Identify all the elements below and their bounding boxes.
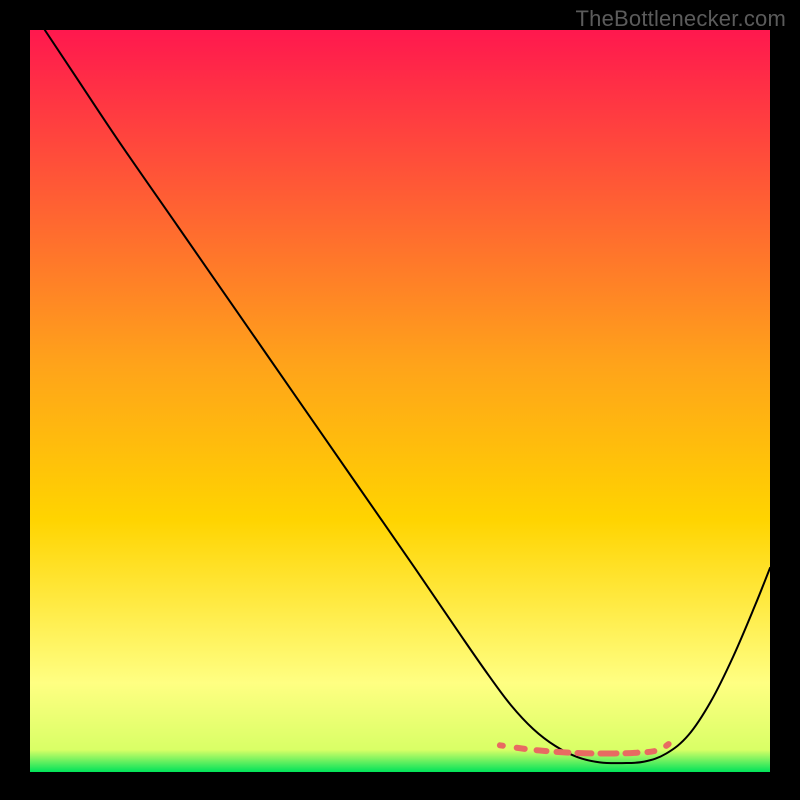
plot-area-background [30, 30, 770, 772]
chart-container: TheBottlenecker.com [0, 0, 800, 800]
chart-svg [0, 0, 800, 800]
watermark-text: TheBottlenecker.com [576, 6, 786, 32]
